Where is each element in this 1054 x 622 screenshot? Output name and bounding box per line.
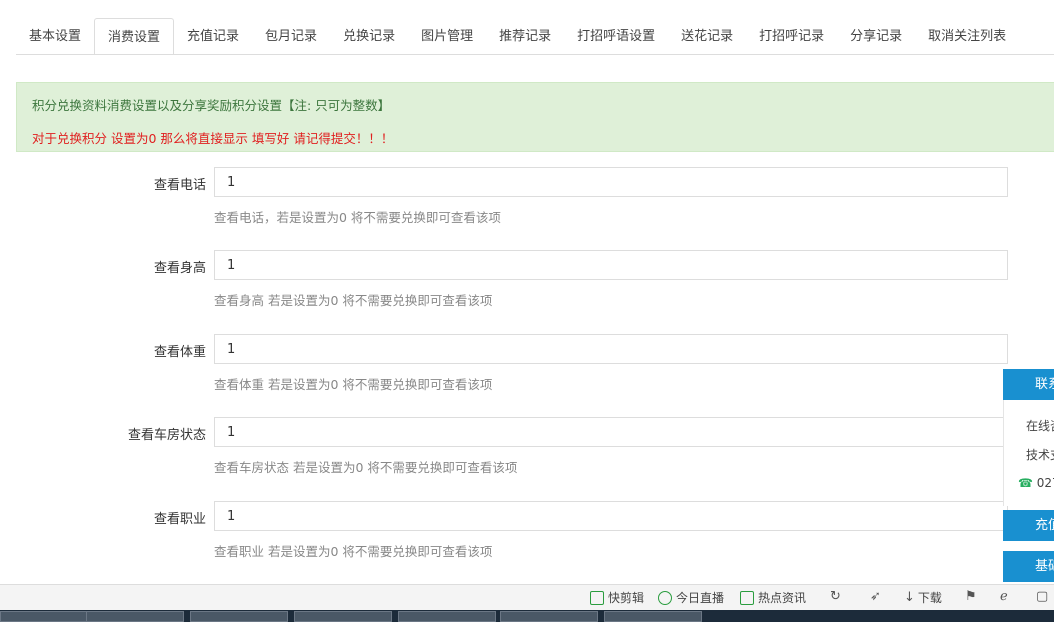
play-icon — [658, 590, 672, 605]
contact-panel-body: 在线咨 技术支 ☎ 027 — [1003, 400, 1054, 506]
clip-icon — [590, 590, 604, 605]
tab-image-management[interactable]: 图片管理 — [408, 18, 486, 54]
tab-greeting-records[interactable]: 打招呼记录 — [746, 18, 837, 54]
refresh-icon: ↻ — [830, 589, 841, 604]
phone-number: 027 — [1036, 476, 1054, 490]
info-alert: 积分兑换资料消费设置以及分享奖励积分设置【注: 只可为整数】 对于兑换积分 设置… — [16, 82, 1054, 152]
basic-side-button[interactable]: 基础 — [1003, 551, 1054, 582]
download-icon: ↓ — [904, 590, 915, 605]
tab-referral-records[interactable]: 推荐记录 — [486, 18, 564, 54]
refresh-button[interactable]: ↻ — [830, 589, 841, 604]
tab-exchange-records[interactable]: 兑换记录 — [330, 18, 408, 54]
contact-side-panel: 联系 在线咨 技术支 ☎ 027 充值 基础 — [1003, 369, 1054, 609]
online-consult-link[interactable]: 在线咨 — [1026, 417, 1054, 434]
taskbar-item[interactable] — [190, 611, 288, 622]
recharge-side-button[interactable]: 充值 — [1003, 510, 1054, 541]
flag-icon: ⚑ — [965, 589, 977, 604]
contact-panel-header: 联系 — [1003, 369, 1054, 400]
field-help: 查看车房状态 若是设置为0 将不需要兑换即可查看该项 — [214, 460, 518, 475]
taskbar-item[interactable] — [86, 611, 184, 622]
window-button[interactable]: ▢ — [1036, 589, 1048, 604]
ie-icon: ℯ — [1000, 589, 1008, 604]
alert-info-text: 积分兑换资料消费设置以及分享奖励积分设置【注: 只可为整数】 — [32, 98, 391, 113]
taskbar-item[interactable] — [294, 611, 392, 622]
browser-status-bar: 快剪辑 今日直播 热点资讯 ↻ ➶ ↓ 下载 ⚑ ℯ ▢ — [0, 584, 1054, 610]
live-today-button[interactable]: 今日直播 — [658, 589, 724, 606]
phone-row: ☎ 027 — [1018, 476, 1054, 490]
weight-cost-input[interactable] — [214, 334, 1008, 364]
news-icon — [740, 590, 754, 605]
field-label: 查看体重 — [153, 345, 206, 360]
occupation-cost-input[interactable] — [214, 501, 1008, 531]
download-label: 下载 — [917, 591, 942, 605]
hot-news-label: 热点资讯 — [758, 591, 807, 605]
rocket-icon: ➶ — [870, 589, 881, 604]
field-label: 查看职业 — [153, 512, 206, 527]
rocket-button[interactable]: ➶ — [870, 589, 881, 604]
field-label: 查看车房状态 — [127, 428, 206, 443]
taskbar-item[interactable] — [0, 611, 98, 622]
ie-button[interactable]: ℯ — [1000, 589, 1008, 604]
tab-greeting-settings[interactable]: 打招呼语设置 — [564, 18, 668, 54]
tab-share-records[interactable]: 分享记录 — [837, 18, 915, 54]
field-label: 查看电话 — [153, 178, 206, 193]
quick-clip-button[interactable]: 快剪辑 — [590, 589, 644, 606]
phone-icon: ☎ — [1018, 476, 1033, 490]
hot-news-button[interactable]: 热点资讯 — [740, 589, 806, 606]
field-help: 查看职业 若是设置为0 将不需要兑换即可查看该项 — [214, 544, 493, 559]
tab-monthly-records[interactable]: 包月记录 — [252, 18, 330, 54]
field-label: 查看身高 — [153, 261, 206, 276]
car-house-cost-input[interactable] — [214, 417, 1008, 447]
tab-unfollow-list[interactable]: 取消关注列表 — [915, 18, 1019, 54]
taskbar-item[interactable] — [604, 611, 702, 622]
taskbar-item[interactable] — [398, 611, 496, 622]
height-cost-input[interactable] — [214, 250, 1008, 280]
live-today-label: 今日直播 — [676, 591, 725, 605]
taskbar-item[interactable] — [500, 611, 598, 622]
field-help: 查看体重 若是设置为0 将不需要兑换即可查看该项 — [214, 377, 493, 392]
tab-bar: 基本设置 消费设置 充值记录 包月记录 兑换记录 图片管理 推荐记录 打招呼语设… — [16, 18, 1054, 55]
tab-consumption-settings[interactable]: 消费设置 — [94, 18, 175, 54]
field-help: 查看电话，若是设置为0 将不需要兑换即可查看该项 — [214, 210, 501, 225]
window-icon: ▢ — [1036, 589, 1049, 604]
tab-flower-records[interactable]: 送花记录 — [668, 18, 746, 54]
alert-warning-text: 对于兑换积分 设置为0 那么将直接显示 填写好 请记得提交！！！ — [32, 131, 394, 146]
tab-basic-settings[interactable]: 基本设置 — [16, 18, 94, 54]
windows-taskbar — [0, 610, 1054, 622]
phone-cost-input[interactable] — [214, 167, 1008, 197]
flag-button[interactable]: ⚑ — [965, 589, 977, 604]
download-button[interactable]: ↓ 下载 — [904, 589, 942, 606]
field-help: 查看身高 若是设置为0 将不需要兑换即可查看该项 — [214, 293, 493, 308]
tab-recharge-records[interactable]: 充值记录 — [174, 18, 252, 54]
quick-clip-label: 快剪辑 — [608, 591, 645, 605]
tech-support-link[interactable]: 技术支 — [1026, 446, 1054, 463]
